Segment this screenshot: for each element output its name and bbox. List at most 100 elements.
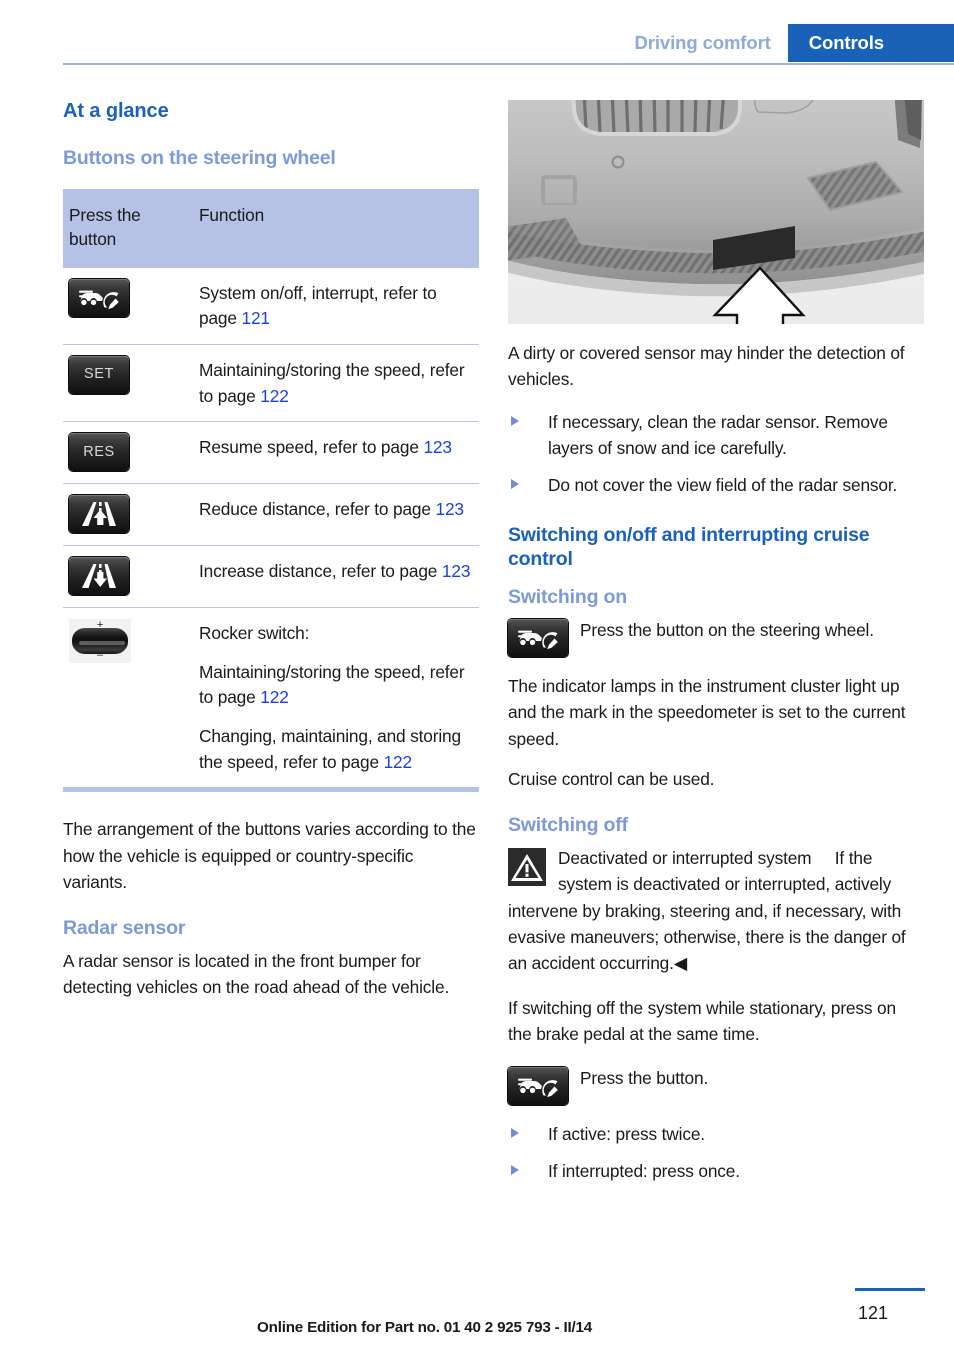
tab-driving-comfort-label: Driving comfort <box>634 32 771 53</box>
header-tabs: Driving comfort Controls <box>624 24 954 62</box>
reduce-distance-icon[interactable] <box>69 495 129 534</box>
buttons-arrangement-note: The arrangement of the buttons varies ac… <box>63 819 476 892</box>
list-item: Do not cover the view field of the radar… <box>508 472 924 498</box>
stationary-switch-off-paragraph: If switching off the system while statio… <box>508 997 896 1044</box>
press-button-text: Press the button. <box>580 1068 709 1089</box>
indicator-lamps-paragraph: The indicator lamps in the instrument cl… <box>508 675 906 749</box>
table-row: System on/off, interrupt, refer to page … <box>63 268 479 345</box>
tab-controls-label: Controls <box>808 32 884 53</box>
page-xref[interactable]: 122 <box>260 687 289 707</box>
triangle-bullet-icon <box>511 1165 519 1176</box>
dirty-sensor-paragraph: A dirty or covered sensor may hinder the… <box>508 343 905 390</box>
table-row: Reduce distance, refer to page 123 <box>63 483 479 546</box>
increase-distance-icon[interactable] <box>69 557 129 596</box>
table-cell-function: Rocker switch: Maintaining/storing the s… <box>195 607 479 788</box>
cruise-control-car-icon[interactable] <box>508 618 568 657</box>
left-column: At a glance Buttons on the steering whee… <box>63 100 479 1001</box>
section-heading-radar-sensor: Radar sensor <box>63 917 186 940</box>
radar-sensor-illustration <box>508 100 924 324</box>
set-button-icon[interactable]: SET <box>69 356 129 395</box>
table-cell-icon: + – <box>63 607 195 788</box>
press-button-bullet-list: If active: press twice. If interrupted: … <box>508 1121 924 1185</box>
cruise-control-car-icon[interactable] <box>69 278 129 317</box>
page-xref[interactable]: 122 <box>384 752 413 772</box>
table-cell-icon <box>63 483 195 546</box>
page-number-rule <box>855 1288 925 1291</box>
header-divider-rule <box>63 63 954 65</box>
warning-block: Deactivated or interrupted system If the… <box>508 845 924 976</box>
footer-edition-text: Online Edition for Part no. 01 40 2 925 … <box>257 1319 593 1336</box>
function-text: System on/off, interrupt, refer to page … <box>199 282 437 329</box>
set-button-label: SET <box>84 366 114 383</box>
function-text: Resume speed, refer to page 123 <box>199 437 452 458</box>
cruise-control-car-icon[interactable] <box>508 1067 568 1106</box>
warning-triangle-icon <box>508 848 546 887</box>
table-header-function: Function <box>195 188 479 268</box>
table-head: Press the button Function <box>63 188 479 268</box>
table-cell-icon: SET <box>63 344 195 422</box>
radar-sensor-paragraph: A radar sensor is located in the front b… <box>63 951 450 998</box>
table-row: Increase distance, refer to page 123 <box>63 545 479 608</box>
page-xref[interactable]: 123 <box>423 437 452 457</box>
list-item: If active: press twice. <box>508 1121 924 1147</box>
page-xref[interactable]: 122 <box>260 386 289 406</box>
table-bottom-rule <box>63 787 479 793</box>
table-cell-icon: RES <box>63 421 195 484</box>
function-text: Changing, maintaining, and storing the s… <box>199 726 461 772</box>
table-body: System on/off, interrupt, refer to page … <box>63 268 479 788</box>
tab-controls[interactable]: Controls <box>787 24 954 62</box>
table-cell-function: Maintaining/storing the speed, refer to … <box>195 344 479 422</box>
cruise-control-usable-paragraph: Cruise control can be used. <box>508 768 715 789</box>
table-cell-function: Increase distance, refer to page 123 <box>195 545 479 608</box>
table-cell-function: Reduce distance, refer to page 123 <box>195 483 479 546</box>
table-cell-function: Resume speed, refer to page 123 <box>195 421 479 484</box>
list-item-text: If interrupted: press once. <box>548 1161 740 1182</box>
table-row: + – Rocker switch: Maintaining/storing t… <box>63 607 479 788</box>
page-header: Driving comfort Controls <box>0 0 954 70</box>
table-cell-icon <box>63 545 195 608</box>
table-row: RES Resume speed, refer to page 123 <box>63 421 479 484</box>
res-button-icon[interactable]: RES <box>69 433 129 472</box>
page-number: 121 <box>858 1303 889 1323</box>
rocker-switch-icon[interactable]: + – <box>69 619 131 664</box>
steering-wheel-buttons-table: Press the button Function System on/off,… <box>63 188 479 788</box>
rocker-minus-label: – <box>97 649 103 662</box>
sensor-care-bullet-list: If necessary, clean the radar sensor. Re… <box>508 409 924 499</box>
press-button-instruction-row: Press the button. <box>508 1065 924 1106</box>
table-cell-icon <box>63 268 195 345</box>
rocker-switch-highlight <box>79 641 125 646</box>
table-header-row: Press the button Function <box>63 188 479 268</box>
right-column: A dirty or covered sensor may hinder the… <box>508 100 924 1201</box>
table-row: SET Maintaining/storing the speed, refer… <box>63 344 479 422</box>
triangle-bullet-icon <box>511 479 519 490</box>
list-item-text: If active: press twice. <box>548 1124 705 1145</box>
function-text: Rocker switch: <box>199 623 310 644</box>
page-xref[interactable]: 123 <box>442 561 471 581</box>
function-text: Maintaining/storing the speed, refer to … <box>199 360 465 406</box>
list-item-text: Do not cover the view field of the radar… <box>548 475 898 496</box>
function-text: Reduce distance, refer to page 123 <box>199 499 464 520</box>
switching-on-instruction-row: Press the button on the steering wheel. <box>508 617 924 657</box>
page-xref[interactable]: 121 <box>242 308 271 328</box>
list-item: If necessary, clean the radar sensor. Re… <box>508 409 924 462</box>
icon-cell <box>508 1065 580 1106</box>
section-heading-switching-cruise-control: Switching on/off and interrupting cruise… <box>508 524 870 571</box>
triangle-bullet-icon <box>511 1128 519 1139</box>
page-xref[interactable]: 123 <box>435 499 464 519</box>
function-text: Maintaining/storing the speed, refer to … <box>199 661 465 708</box>
tab-driving-comfort[interactable]: Driving comfort <box>624 24 788 62</box>
page-title: At a glance <box>63 100 169 122</box>
section-heading-buttons-steering-wheel: Buttons on the steering wheel <box>63 147 336 169</box>
warning-title: Deactivated or interrupted system <box>558 848 812 869</box>
table-header-press-the-button: Press the button <box>63 188 195 268</box>
section-heading-switching-on: Switching on <box>508 585 627 608</box>
section-heading-switching-off: Switching off <box>508 814 628 837</box>
list-item-text: If necessary, clean the radar sensor. Re… <box>548 411 888 458</box>
icon-cell <box>508 617 580 657</box>
res-button-label: RES <box>83 443 115 460</box>
triangle-bullet-icon <box>511 415 519 426</box>
switching-on-instruction-text: Press the button on the steering wheel. <box>580 619 874 640</box>
table-cell-function: System on/off, interrupt, refer to page … <box>195 268 479 345</box>
function-text: Increase distance, refer to page 123 <box>199 561 471 582</box>
list-item: If interrupted: press once. <box>508 1158 924 1184</box>
